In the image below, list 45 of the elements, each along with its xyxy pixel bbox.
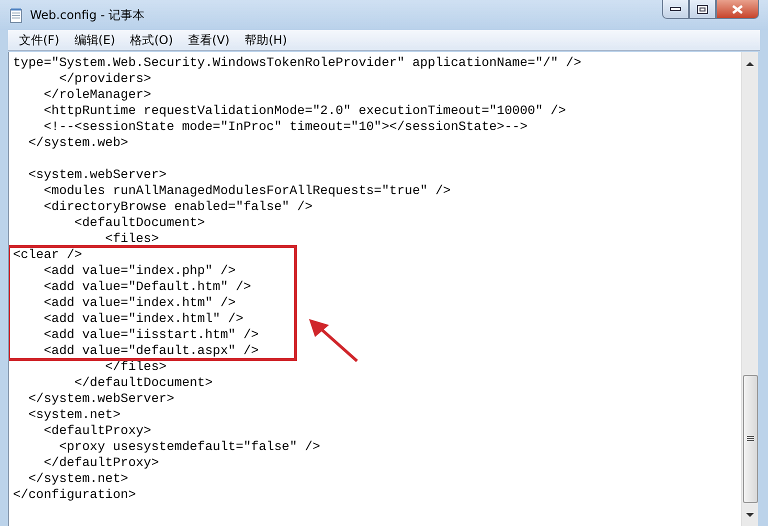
close-icon <box>732 4 743 14</box>
maximize-icon <box>697 4 708 14</box>
code-line: <proxy usesystemdefault="false" /> <box>58 439 322 455</box>
scroll-down-icon[interactable] <box>745 511 755 519</box>
code-line: <add value="Default.htm" /> <box>42 279 252 295</box>
notepad-icon <box>10 8 22 22</box>
code-line: </defaultDocument> <box>73 375 214 391</box>
code-line: <modules runAllManagedModulesForAllRequests="true" /> <box>42 183 452 199</box>
code-line: </system.web> <box>27 135 130 151</box>
minimize-icon <box>670 6 681 12</box>
code-line: <add value="index.php" /> <box>42 263 237 279</box>
code-line: <add value="index.htm" /> <box>42 295 237 311</box>
code-line: type="System.Web.Security.WindowsTokenRoleProvider" applicationName="/" /> <box>13 55 582 71</box>
arrow <box>307 317 359 363</box>
code-line: </defaultProxy> <box>42 455 160 471</box>
code-line: <!--<sessionState mode="InProc" timeout="10"></sessionState>--> <box>42 119 529 135</box>
code-line: <files> <box>104 231 160 247</box>
menu-item[interactable]: 编辑(E) <box>70 30 120 50</box>
code-line: <add value="default.aspx" /> <box>42 343 260 359</box>
menu-item[interactable]: 格式(O) <box>126 30 178 50</box>
menu-item[interactable]: 文件(F) <box>15 30 64 50</box>
code-line: <system.webServer> <box>27 167 168 183</box>
code-line: <defaultDocument> <box>73 215 206 231</box>
code-line: </roleManager> <box>42 87 152 103</box>
code-line: </system.net> <box>27 471 130 487</box>
scrollbar-thumb[interactable] <box>742 375 758 503</box>
code-line: <httpRuntime requestValidationMode="2.0" executionTimeout="10000" /> <box>42 103 567 119</box>
menu-item[interactable]: 帮助(H) <box>240 30 291 50</box>
code-line: <directoryBrowse enabled="false" /> <box>42 199 314 215</box>
minimize-button[interactable] <box>662 0 689 19</box>
menu-item[interactable]: 查看(V) <box>184 30 234 50</box>
code-line: </files> <box>104 359 168 375</box>
code-line: <system.net> <box>27 407 122 423</box>
maximize-button[interactable] <box>689 0 716 19</box>
scroll-up-icon[interactable] <box>745 60 755 68</box>
code-line: <defaultProxy> <box>42 423 152 439</box>
window-title: Web.config - 记事本 <box>30 6 146 24</box>
close-button[interactable] <box>716 0 759 19</box>
code-line: <clear /> <box>13 247 84 263</box>
code-line: <add value="index.html" /> <box>42 311 244 327</box>
code-line: <add value="iisstart.htm" /> <box>42 327 260 343</box>
code-line: </configuration> <box>13 487 137 503</box>
code-line: </providers> <box>58 71 152 87</box>
code-line: </system.webServer> <box>27 391 176 407</box>
scrollbar[interactable] <box>741 52 758 526</box>
